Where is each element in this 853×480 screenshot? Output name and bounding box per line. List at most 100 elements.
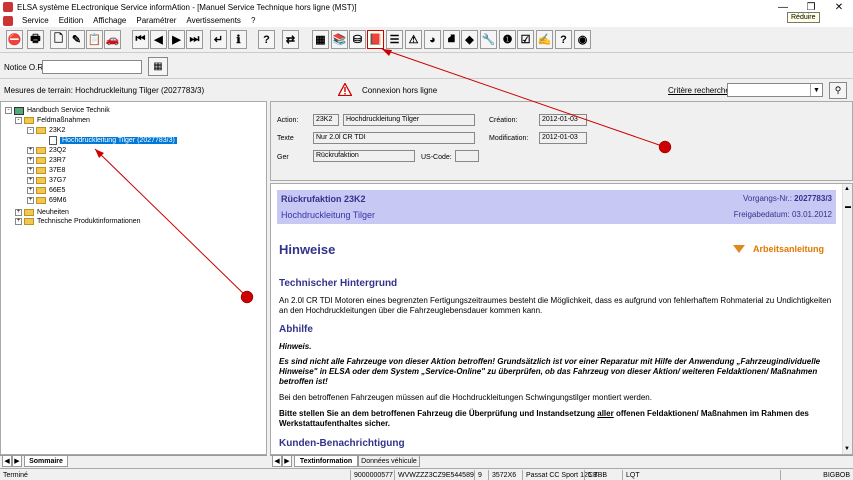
help-doc-button[interactable]: ? xyxy=(555,30,572,49)
expand-icon[interactable]: + xyxy=(27,177,34,184)
notice-input[interactable] xyxy=(42,60,142,74)
menu-avertissements[interactable]: Avertissements xyxy=(181,16,246,25)
status-model-year: 9 xyxy=(474,470,485,480)
next-button[interactable]: ▶ xyxy=(168,30,185,49)
content-scrollbar[interactable]: ▲ ▬ ▼ xyxy=(842,184,852,454)
checklist-button[interactable]: ☑ xyxy=(517,30,534,49)
green-car-button[interactable]: ◆ xyxy=(461,30,478,49)
menu-parametrer[interactable]: Paramétrer xyxy=(131,16,181,25)
tab-textinformation[interactable]: Textinformation xyxy=(294,456,358,467)
folder-icon xyxy=(36,127,46,134)
prev-button[interactable]: ◀ xyxy=(150,30,167,49)
last-button[interactable]: ⏭ xyxy=(186,30,203,49)
prev-icon: ◀ xyxy=(154,34,163,46)
header-code: Rückrufaktion 23K2 xyxy=(281,194,366,204)
warning-button[interactable]: ⚠ xyxy=(405,30,422,49)
expand-icon[interactable]: + xyxy=(27,197,34,204)
search-button[interactable]: ⚲ xyxy=(829,82,847,99)
info-button[interactable]: ℹ xyxy=(230,30,247,49)
menu-service[interactable]: Service xyxy=(17,16,54,25)
tab-scroll-left[interactable]: ◀ xyxy=(272,456,282,467)
bucket-button[interactable]: ⛘ xyxy=(443,30,460,49)
globe-button[interactable]: ◕ xyxy=(424,30,441,49)
creation-field[interactable]: 2012-01-03 xyxy=(539,114,587,126)
tree-23k2[interactable]: - 23K2 xyxy=(27,126,65,135)
calculator-button[interactable]: ▦ xyxy=(312,30,329,49)
notice-lookup-button[interactable]: ▦ xyxy=(148,57,168,76)
wrench-button[interactable]: 🔧 xyxy=(480,30,497,49)
expand-icon[interactable]: + xyxy=(27,167,34,174)
folder-icon xyxy=(36,147,46,154)
menu-help[interactable]: ? xyxy=(246,16,260,25)
scroll-up-icon[interactable]: ▲ xyxy=(844,186,850,192)
arbeitsanleitung-link[interactable]: Arbeitsanleitung xyxy=(733,244,824,254)
creation-label: Création: xyxy=(489,117,518,124)
expand-icon[interactable]: + xyxy=(27,187,34,194)
collapse-icon[interactable]: - xyxy=(15,117,22,124)
tree-technische[interactable]: + Technische Produktinformationen xyxy=(15,217,141,226)
calculator-icon: ▦ xyxy=(153,61,163,72)
modification-field[interactable]: 2012-01-03 xyxy=(539,132,587,144)
collapse-icon[interactable]: - xyxy=(27,127,34,134)
tree-selected-doc[interactable]: Hochdruckleitung Tilger (2027783/3) xyxy=(49,136,178,145)
section-kunden: Kunden-Benachrichtigung xyxy=(279,438,405,449)
disc-button[interactable]: ◉ xyxy=(574,30,591,49)
clipboard-button[interactable]: 📋 xyxy=(86,30,103,49)
book-stack-icon: 📚 xyxy=(332,34,347,46)
red-book-button[interactable]: 📕 xyxy=(367,30,384,49)
service-button[interactable]: ❶ xyxy=(499,30,516,49)
cylinder-button[interactable]: ⛁ xyxy=(349,30,366,49)
toolbar: ⛔ 🖶 🗋 ✎ 📋 🚗 ⏮ ◀ ▶ ⏭ ↵ ℹ? ⇄ ▦ 📚 ⛁ 📕 ☰ ⚠ ◕ ⛘ ◆ 🔧 ❶ ☑ ✍? ◉ xyxy=(0,27,853,53)
close-button[interactable]: ✕ xyxy=(825,0,853,14)
expand-icon[interactable]: + xyxy=(27,147,34,154)
minimize-tooltip: Réduire xyxy=(787,12,820,23)
notes-button[interactable]: ✍ xyxy=(536,30,553,49)
car-button[interactable]: 🚗 xyxy=(104,30,121,49)
tree-root[interactable]: - Handbuch Service Technik xyxy=(5,106,110,115)
edit-doc-button[interactable]: ✎ xyxy=(68,30,85,49)
menu-edition[interactable]: Edition xyxy=(54,16,88,25)
menu-affichage[interactable]: Affichage xyxy=(88,16,131,25)
texte-field[interactable]: Nur 2.0l CR TDI xyxy=(313,132,475,144)
action-code-field[interactable]: 23K2 xyxy=(313,114,339,126)
folder-icon xyxy=(36,187,46,194)
expand-icon[interactable]: + xyxy=(15,209,22,216)
action-text-field[interactable]: Hochdruckleitung Tilger xyxy=(343,114,475,126)
list-button[interactable]: ☰ xyxy=(386,30,403,49)
scroll-down-icon[interactable]: ▼ xyxy=(844,446,850,452)
paragraph-hintergrund: An 2.0l CR TDI Motoren eines begrenzten … xyxy=(279,296,832,315)
cylinder-icon: ⛁ xyxy=(352,34,363,46)
collapse-icon[interactable]: - xyxy=(5,107,12,114)
new-doc-button[interactable]: 🗋 xyxy=(50,30,67,49)
info-icon: ℹ xyxy=(236,34,241,46)
tree-item-69m6[interactable]: +69M6 xyxy=(27,196,67,205)
critere-select[interactable]: ▼ xyxy=(727,83,823,97)
tree-feldmassnahmen[interactable]: - Feldmaßnahmen xyxy=(15,116,90,125)
menu-app-icon[interactable] xyxy=(3,15,13,26)
print-button[interactable]: 🖶 xyxy=(27,30,44,49)
tree-neuheiten[interactable]: + Neuheiten xyxy=(15,208,69,217)
tab-donnees-vehicule[interactable]: Données véhicule xyxy=(358,456,420,467)
tree-item-37g7[interactable]: +37G7 xyxy=(27,176,66,185)
swap-button[interactable]: ⇄ xyxy=(282,30,299,49)
tab-scroll-right[interactable]: ▶ xyxy=(12,456,22,467)
tab-scroll-right[interactable]: ▶ xyxy=(282,456,292,467)
return-button[interactable]: ↵ xyxy=(210,30,227,49)
tree-item-37e8[interactable]: +37E8 xyxy=(27,166,65,175)
uscode-field[interactable] xyxy=(455,150,479,162)
tree-item-66e5[interactable]: +66E5 xyxy=(27,186,65,195)
first-button[interactable]: ⏮ xyxy=(132,30,149,49)
folder-icon xyxy=(36,167,46,174)
scroll-thumb[interactable]: ▬ xyxy=(844,204,852,212)
left-tabs: ◀ ▶ Sommaire xyxy=(0,455,267,467)
tree-item-23q2[interactable]: +23Q2 xyxy=(27,146,66,155)
book-stack-button[interactable]: 📚 xyxy=(331,30,348,49)
expand-icon[interactable]: + xyxy=(27,157,34,164)
ger-field[interactable]: Rückrufaktion xyxy=(313,150,415,162)
help-button[interactable]: ? xyxy=(258,30,275,49)
tree-item-23r7[interactable]: +23R7 xyxy=(27,156,66,165)
expand-icon[interactable]: + xyxy=(15,218,22,225)
tab-sommaire[interactable]: Sommaire xyxy=(24,456,68,467)
exit-button[interactable]: ⛔ xyxy=(6,30,23,49)
tab-scroll-left[interactable]: ◀ xyxy=(2,456,12,467)
